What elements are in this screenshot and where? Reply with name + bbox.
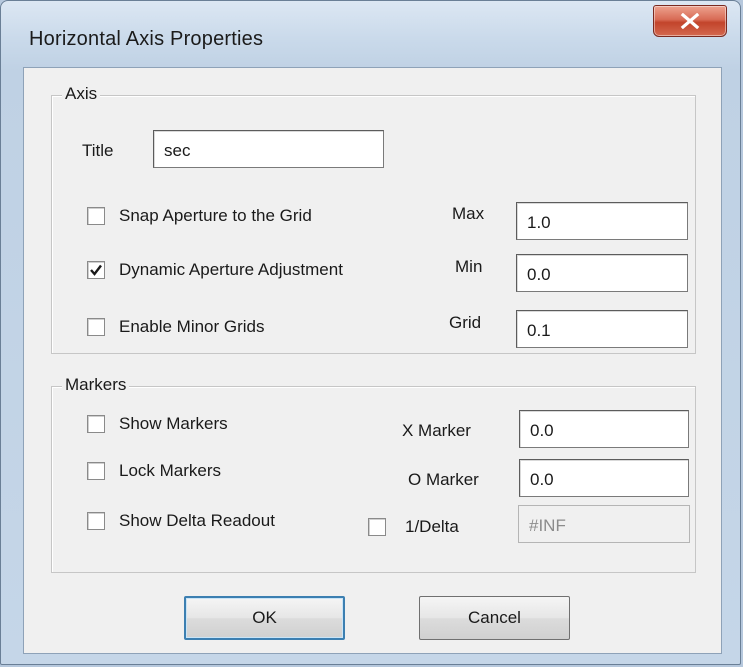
axis-group-label: Axis bbox=[62, 84, 101, 104]
markers-group-label: Markers bbox=[62, 375, 130, 395]
min-input[interactable]: 0.0 bbox=[516, 254, 688, 292]
snap-aperture-checkbox[interactable] bbox=[87, 207, 105, 225]
show-delta-readout-checkbox[interactable] bbox=[87, 512, 105, 530]
checkmark-icon bbox=[90, 264, 102, 276]
grid-input[interactable]: 0.1 bbox=[516, 310, 688, 348]
lock-markers-checkbox[interactable] bbox=[87, 462, 105, 480]
dialog-window: Horizontal Axis Properties Axis Title se… bbox=[0, 0, 741, 665]
o-marker-input[interactable]: 0.0 bbox=[519, 459, 689, 497]
title-input[interactable]: sec bbox=[153, 130, 384, 168]
lock-markers-label: Lock Markers bbox=[119, 461, 222, 480]
title-label: Title bbox=[82, 141, 114, 160]
show-delta-readout-label: Show Delta Readout bbox=[119, 511, 275, 530]
x-marker-label: X Marker bbox=[402, 421, 471, 440]
inverse-delta-label: 1/Delta bbox=[405, 517, 459, 536]
max-input[interactable]: 1.0 bbox=[516, 202, 688, 240]
o-marker-label: O Marker bbox=[408, 470, 479, 489]
show-markers-checkbox[interactable] bbox=[87, 415, 105, 433]
inverse-delta-input: #INF bbox=[518, 505, 690, 543]
inverse-delta-checkbox[interactable] bbox=[368, 518, 386, 536]
dialog-client-area: Axis Title sec Snap Aperture to the Grid… bbox=[23, 67, 722, 654]
dynamic-aperture-label: Dynamic Aperture Adjustment bbox=[119, 260, 343, 279]
title-bar[interactable]: Horizontal Axis Properties bbox=[1, 1, 740, 67]
grid-label: Grid bbox=[449, 313, 482, 332]
enable-minor-grids-label: Enable Minor Grids bbox=[119, 317, 265, 336]
cancel-button[interactable]: Cancel bbox=[419, 596, 570, 640]
x-marker-input[interactable]: 0.0 bbox=[519, 410, 689, 448]
window-title: Horizontal Axis Properties bbox=[29, 28, 264, 50]
close-icon bbox=[680, 13, 700, 29]
min-label: Min bbox=[455, 257, 483, 276]
snap-aperture-label: Snap Aperture to the Grid bbox=[119, 206, 312, 225]
close-button[interactable] bbox=[653, 5, 727, 37]
enable-minor-grids-checkbox[interactable] bbox=[87, 318, 105, 336]
show-markers-label: Show Markers bbox=[119, 414, 228, 433]
markers-group: Markers Show Markers Lock Markers Show D… bbox=[51, 375, 696, 573]
axis-group: Axis Title sec Snap Aperture to the Grid… bbox=[51, 84, 696, 354]
dynamic-aperture-checkbox[interactable] bbox=[87, 261, 105, 279]
ok-button[interactable]: OK bbox=[184, 596, 345, 640]
max-label: Max bbox=[452, 204, 485, 223]
